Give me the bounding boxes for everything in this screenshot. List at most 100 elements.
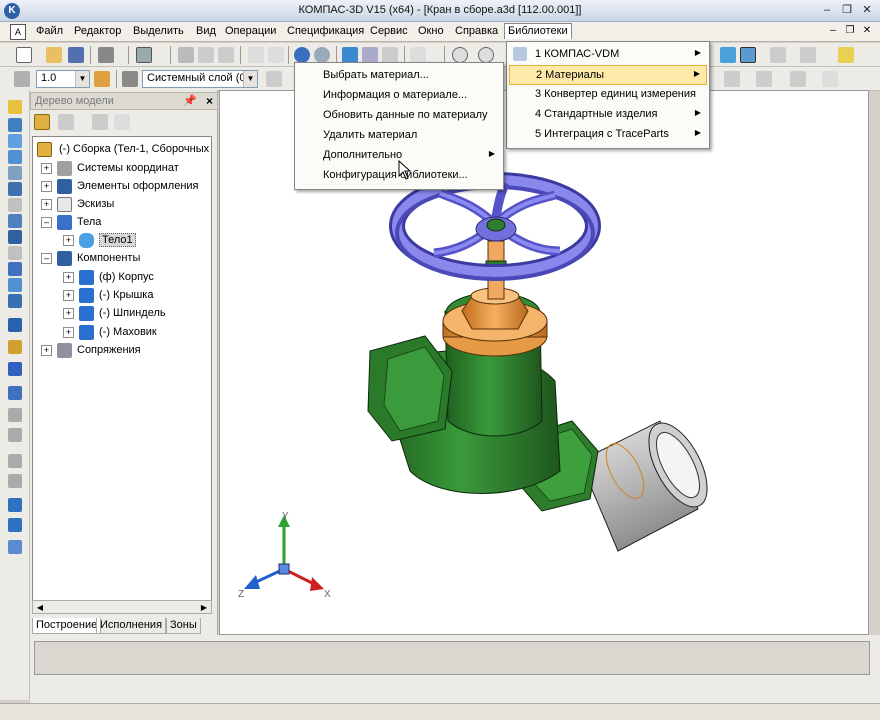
expand-icon[interactable]: +	[63, 235, 74, 246]
scale-combo[interactable]: 1.0 ▼	[36, 70, 90, 88]
tab-zones[interactable]: Зоны	[166, 618, 201, 634]
clip-icon[interactable]	[8, 198, 22, 212]
library-icon[interactable]	[362, 47, 378, 63]
coordinate-icon[interactable]	[266, 71, 282, 87]
fx-icon[interactable]	[382, 47, 398, 63]
section-icon[interactable]	[8, 474, 22, 488]
grid-icon[interactable]	[14, 71, 30, 87]
tree-item-components[interactable]: – Компоненты	[41, 250, 211, 268]
menu-specification[interactable]: Спецификация	[287, 25, 364, 37]
layer-combo[interactable]: Системный слой (0) ▼	[142, 70, 258, 88]
properties-icon[interactable]	[248, 47, 264, 63]
tree-item-component[interactable]: + (-) Маховик	[63, 324, 211, 342]
tree-item-component[interactable]: + (ф) Корпус	[63, 269, 211, 287]
new-icon[interactable]	[16, 47, 32, 63]
box-icon[interactable]	[838, 47, 854, 63]
panel-close-icon[interactable]: ×	[206, 94, 213, 108]
menu-file[interactable]: Файл	[36, 25, 63, 37]
tree-item-component[interactable]: + (-) Крышка	[63, 287, 211, 305]
zoom-window-icon[interactable]	[478, 47, 494, 63]
menu-item-update-material[interactable]: Обновить данные по материалу	[297, 106, 501, 126]
spec-icon[interactable]	[8, 246, 22, 260]
menu-window[interactable]: Окно	[418, 25, 444, 37]
tree-item-coordinate-systems[interactable]: + Системы координат	[41, 160, 211, 178]
menu-editor[interactable]: Редактор	[74, 25, 121, 37]
print-icon[interactable]	[98, 47, 114, 63]
tree-view-mode-icon[interactable]	[58, 114, 74, 130]
expand-icon[interactable]: +	[41, 345, 52, 356]
scroll-right-icon[interactable]: ▶	[198, 602, 210, 613]
help-pointer-icon[interactable]	[410, 47, 426, 63]
hole-icon[interactable]	[8, 182, 22, 196]
menu-select[interactable]: Выделить	[133, 25, 184, 37]
tree-filter-icon[interactable]	[114, 114, 130, 130]
expand-icon[interactable]: +	[63, 308, 74, 319]
tree-item-sketches[interactable]: + Эскизы	[41, 196, 211, 214]
menu-item-select-material[interactable]: Выбрать материал...	[297, 66, 501, 86]
part-icon[interactable]	[8, 340, 22, 354]
component-icon[interactable]	[8, 318, 22, 332]
cut-icon[interactable]	[178, 47, 194, 63]
zoom-icon[interactable]	[452, 47, 468, 63]
menu-item-materials[interactable]: 2 Материалы ▶	[509, 65, 707, 85]
tree-structure-icon[interactable]	[34, 114, 50, 130]
menu-item-standard-parts[interactable]: 4 Стандартные изделия ▶	[509, 105, 707, 125]
tree-item-body1[interactable]: + Тело1	[63, 232, 211, 250]
undo-icon[interactable]	[294, 47, 310, 63]
redo-icon[interactable]	[314, 47, 330, 63]
collapse-icon[interactable]: –	[41, 253, 52, 264]
display-icon[interactable]	[756, 71, 772, 87]
menu-item-kompas-vdm[interactable]: 1 КОМПАС-VDM ▶	[509, 45, 707, 65]
menu-libraries[interactable]: Библиотеки	[504, 23, 572, 39]
mirror-icon[interactable]	[8, 408, 22, 422]
pipe[interactable]	[579, 414, 719, 552]
handwheel[interactable]	[389, 172, 601, 281]
save-icon[interactable]	[68, 47, 84, 63]
expand-icon[interactable]: +	[63, 272, 74, 283]
close-icon[interactable]: ✕	[858, 3, 876, 18]
measure-icon[interactable]	[8, 262, 22, 276]
pin-icon[interactable]: 📌	[183, 94, 197, 107]
orientation-icon[interactable]	[724, 71, 740, 87]
expand-icon[interactable]: +	[41, 163, 52, 174]
format-icon[interactable]	[268, 47, 284, 63]
expand-icon[interactable]: +	[41, 181, 52, 192]
tab-construction[interactable]: Построение	[32, 618, 102, 634]
doc-restore-icon[interactable]: ❐	[843, 25, 857, 38]
open-icon[interactable]	[46, 47, 62, 63]
tab-variants[interactable]: Исполнения	[96, 618, 167, 634]
tree-horizontal-scrollbar[interactable]: ◀ ▶	[32, 600, 212, 614]
doc-minimize-icon[interactable]: –	[826, 25, 840, 38]
document-icon[interactable]: A	[10, 24, 26, 40]
expand-icon[interactable]: +	[63, 290, 74, 301]
tree-item-bodies[interactable]: – Тела	[41, 214, 211, 232]
tree-sort-icon[interactable]	[92, 114, 108, 130]
array-icon[interactable]	[8, 386, 22, 400]
scroll-left-icon[interactable]: ◀	[34, 602, 46, 613]
text-height-icon[interactable]	[822, 71, 838, 87]
bom-icon[interactable]	[8, 518, 22, 532]
menu-item-material-info[interactable]: Информация о материале...	[297, 86, 501, 106]
manager-icon[interactable]	[342, 47, 358, 63]
menu-help[interactable]: Справка	[455, 25, 498, 37]
filter-tool-icon[interactable]	[8, 230, 22, 244]
restore-icon[interactable]: ❐	[838, 3, 856, 18]
mate-icon[interactable]	[8, 362, 22, 376]
step-icon[interactable]	[94, 71, 110, 87]
collapse-icon[interactable]: –	[41, 217, 52, 228]
boolean-icon[interactable]	[8, 428, 22, 442]
spline-icon[interactable]	[8, 134, 22, 148]
view-orient-icon[interactable]	[720, 47, 736, 63]
copy-icon[interactable]	[198, 47, 214, 63]
filter-icon[interactable]	[770, 47, 786, 63]
doc-close-icon[interactable]: ✕	[860, 25, 874, 38]
expand-icon[interactable]: +	[63, 327, 74, 338]
rotate-icon[interactable]	[8, 150, 22, 164]
menu-service[interactable]: Сервис	[370, 25, 408, 37]
analysis-icon[interactable]	[8, 278, 22, 292]
menu-item-traceparts[interactable]: 5 Интеграция с TraceParts ▶	[509, 125, 707, 145]
paste-icon[interactable]	[218, 47, 234, 63]
tree-item-annotations[interactable]: + Элементы оформления	[41, 178, 211, 196]
tree-item-mates[interactable]: + Сопряжения	[41, 342, 211, 360]
menu-item-unit-converter[interactable]: 3 Конвертер единиц измерения	[509, 85, 707, 105]
